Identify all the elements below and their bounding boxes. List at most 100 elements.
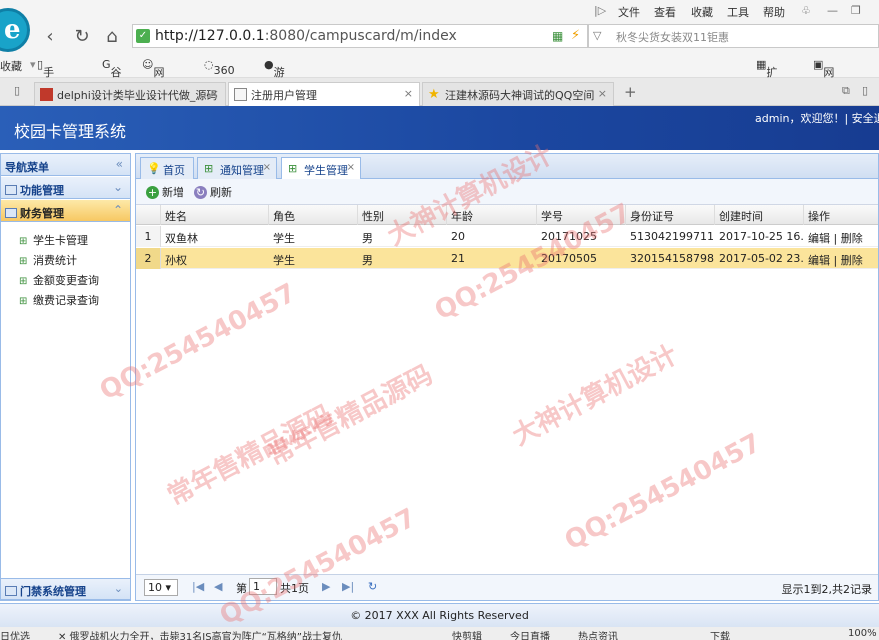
next-page-icon[interactable]: ▶ [322, 580, 330, 593]
prev-page-icon[interactable]: ◀ [214, 580, 222, 593]
restore-icon[interactable]: ❐ [851, 4, 861, 17]
sidebar-item-consumption[interactable]: ⊞ 消费统计 [19, 252, 77, 268]
chevron-down-icon[interactable]: ⌄ [114, 582, 123, 595]
close-icon[interactable]: × [598, 87, 607, 100]
qr-icon[interactable]: ▦ [552, 29, 563, 43]
menu-view[interactable]: 查看 [654, 4, 676, 20]
favorites-bar: 收藏 ▾ ▯手机收藏夹 G 谷歌 ☺网址大全 ◌360搜索 ●游戏中心 ▦ 扩展… [0, 52, 879, 143]
app-title: 校园卡管理系统 [14, 122, 127, 141]
tab-home[interactable]: 💡 首页 [140, 157, 194, 179]
close-icon[interactable]: × [347, 162, 355, 173]
sidebar-item-amount-change[interactable]: ⊞ 金额变更查询 [19, 272, 99, 288]
address-bar[interactable]: ✓ http://127.0.0.1:8080/campuscard/m/ind… [132, 24, 588, 48]
search-input[interactable]: ▽ 秋冬尖货女装双11钜惠 [588, 24, 879, 48]
grid-icon [5, 185, 17, 195]
main-tabs: 💡 首页 ⊞ 通知管理 × ⊞ 学生管理 × [136, 154, 878, 180]
minimize-icon[interactable]: — [827, 4, 838, 17]
col-idcard[interactable]: 身份证号 [626, 205, 715, 225]
col-created[interactable]: 创建时间 [715, 205, 804, 225]
menu-file[interactable]: 文件 [618, 4, 640, 20]
user-greeting[interactable]: admin，欢迎您！| 安全退出 [755, 110, 879, 126]
sidebar-section-access-control[interactable]: 门禁系统管理 ⌄ [0, 578, 131, 600]
status-news[interactable]: ✕ 俄罗战机火力全开，击毙31名IS高官为阵广“瓦格纳”战士复仇 [58, 628, 342, 640]
tree-icon: ⊞ [19, 236, 28, 247]
status-download[interactable]: 下载 [710, 628, 730, 640]
status-clip[interactable]: 快剪辑 [452, 628, 482, 640]
browser-tab-users[interactable]: 注册用户管理 × [228, 82, 420, 106]
browser-tab-delphi[interactable]: delphi设计类毕业设计代做_源码 × [34, 82, 226, 106]
menu-favorites[interactable]: 收藏 [691, 4, 713, 20]
trash-icon[interactable]: ▯ [862, 84, 868, 97]
extensions-button[interactable]: ▦ 扩展 [756, 58, 777, 95]
status-hot[interactable]: 热点资讯 [578, 628, 618, 640]
sidebar-section-finance[interactable]: 财务管理 ⌃ [1, 200, 130, 222]
refresh-icon[interactable]: ↻ [368, 580, 377, 593]
lightning-icon[interactable]: ⚡ [571, 28, 580, 43]
fav-collect[interactable]: 收藏 [0, 58, 22, 74]
favicon-icon [234, 88, 247, 101]
close-icon[interactable]: × [404, 87, 413, 100]
add-button[interactable]: + 新增 [146, 184, 184, 200]
tree-icon: ⊞ [19, 276, 28, 287]
chevron-down-icon[interactable]: ⌄ [113, 180, 123, 194]
table-row[interactable]: 1 双鱼林 学生 男 20 20171025 513042199711... 2… [136, 226, 878, 247]
status-zoom[interactable]: 100% [848, 628, 877, 639]
menu-tools[interactable]: 工具 [727, 4, 749, 20]
shirt-icon[interactable]: ♧ [801, 4, 811, 17]
tree-icon: ⊞ [19, 296, 28, 307]
page-size-select[interactable]: 10 ▾ [144, 579, 178, 596]
fav-google[interactable]: G 谷歌 [102, 58, 122, 95]
new-tab-icon[interactable]: + [624, 83, 637, 101]
col-name[interactable]: 姓名 [161, 205, 269, 225]
row-actions[interactable]: 编辑 | 删除 [804, 226, 878, 247]
first-page-icon[interactable]: |◀ [192, 580, 204, 593]
home-icon[interactable]: ⌂ [102, 26, 122, 48]
close-icon[interactable]: × [263, 162, 271, 173]
col-age[interactable]: 年龄 [447, 205, 537, 225]
col-rownum [136, 205, 161, 225]
chevron-up-icon[interactable]: ⌃ [113, 203, 123, 217]
url-host: http://127.0.0.1 [155, 28, 265, 44]
reload-icon[interactable]: ↻ [72, 26, 92, 48]
close-icon[interactable]: × [210, 87, 219, 100]
sidebar-section-functions[interactable]: 功能管理 ⌄ [1, 177, 130, 199]
sidebar-item-payment-record[interactable]: ⊞ 缴费记录查询 [19, 292, 99, 308]
fav-games[interactable]: ●游戏中心 [264, 58, 285, 127]
status-left[interactable]: 日优选 [0, 628, 30, 640]
back-icon[interactable]: ‹ [40, 26, 60, 48]
col-sex[interactable]: 性别 [358, 205, 447, 225]
shield-icon: ✓ [136, 29, 150, 43]
fav-360[interactable]: ◌360搜索 [204, 58, 235, 108]
browser-menubar: |▷ 文件 查看 收藏 工具 帮助 ♧ — ❐ [0, 0, 879, 22]
sidebar-toggle-icon[interactable]: |▷ [594, 4, 606, 17]
menu-help[interactable]: 帮助 [763, 4, 785, 20]
fav-hao123[interactable]: ☺网址大全 [142, 58, 164, 127]
restore-tab-icon[interactable]: ⧉ [842, 84, 850, 98]
last-page-icon[interactable]: ▶| [342, 580, 354, 593]
browser-tab-qq[interactable]: ★ 汪建林源码大神调试的QQ空间 × [422, 82, 614, 106]
refresh-button[interactable]: ↻ 刷新 [194, 184, 232, 200]
main-panel: 💡 首页 ⊞ 通知管理 × ⊞ 学生管理 × + 新增 ↻ 刷新 姓名 角色 性别 年龄 … [135, 153, 879, 601]
fav-mobile[interactable]: ▯手机收藏夹 [37, 58, 54, 143]
page-input[interactable]: 1 [249, 578, 277, 595]
status-live[interactable]: 今日直播 [510, 628, 550, 640]
tab-students[interactable]: ⊞ 学生管理 × [281, 157, 361, 180]
chevron-down-icon[interactable]: ▾ [30, 58, 36, 71]
pager: 10 ▾ |◀ ◀ 第 1 共1页 ▶ ▶| ↻ 显示1到2,共2记录 [136, 574, 878, 600]
app-header: 校园卡管理系统 admin，欢迎您！| 安全退出 [0, 106, 879, 150]
grid-header: 姓名 角色 性别 年龄 学号 身份证号 创建时间 操作 [136, 205, 878, 225]
row-actions[interactable]: 编辑 | 删除 [804, 248, 878, 269]
lightbulb-icon: 💡 [147, 162, 161, 175]
screenshot-button[interactable]: ▣ 网页截图 [813, 58, 834, 127]
col-role[interactable]: 角色 [269, 205, 358, 225]
chevron-down-icon[interactable]: ▽ [593, 29, 601, 42]
collapse-icon[interactable]: « [116, 157, 123, 171]
search-placeholder: 秋冬尖货女装双11钜惠 [616, 31, 729, 44]
tab-list-icon[interactable]: ▯ [14, 84, 20, 97]
sidebar-item-student-card[interactable]: ⊞ 学生卡管理 [19, 232, 88, 248]
tab-notice[interactable]: ⊞ 通知管理 × [197, 157, 277, 179]
grid-icon [5, 208, 17, 218]
col-ops[interactable]: 操作 [804, 205, 878, 225]
table-row[interactable]: 2 孙权 学生 男 21 20170505 320154158798... 20… [136, 248, 878, 269]
col-sid[interactable]: 学号 [537, 205, 626, 225]
